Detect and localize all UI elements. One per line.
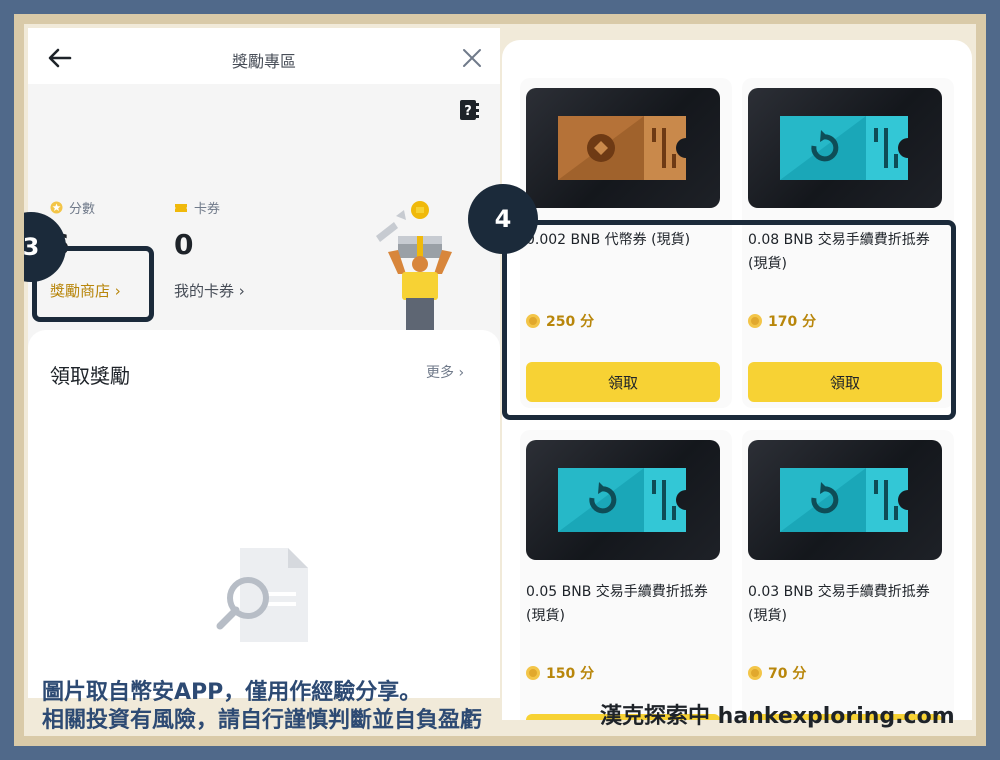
my-coupons-link-text: 我的卡券 [174,282,235,300]
points-label-text: 分數 [69,202,96,217]
step-badge-4: 4 [468,184,538,254]
voucher-image [526,88,720,208]
close-icon[interactable] [462,48,482,68]
caption-line-2: 相關投資有風險，請自行謹慎判斷並自負盈虧 [42,708,483,733]
coupons-label: 卡券 [174,198,220,217]
voucher-image [748,440,942,560]
claim-rewards-section: 領取獎勵 更多 › [28,330,500,698]
section-title: 領取獎勵 [50,364,130,388]
coin-icon [526,666,540,680]
gift-person-illustration [376,201,452,330]
highlight-box-step-4 [502,220,956,420]
more-link-text: 更多 [426,365,454,381]
voucher-image [748,88,942,208]
points-label: 分數 [50,198,95,217]
voucher-name: 0.03 BNB 交易手續費折抵券 (現貨) [748,584,930,624]
teal-ticket-icon [780,116,908,180]
voucher-points-text: 150 分 [546,666,595,682]
voucher-points: 70 分 [748,663,806,683]
voucher-name: 0.05 BNB 交易手續費折抵券 (現貨) [526,584,708,624]
my-coupons-link[interactable]: 我的卡券 › [174,280,245,301]
star-coin-icon [50,201,63,214]
rules-book-icon[interactable]: ? [458,98,480,122]
voucher-points-text: 70 分 [768,666,807,682]
coupons-label-text: 卡券 [194,202,221,217]
ticket-icon [175,203,187,212]
teal-ticket-icon [780,468,908,532]
empty-state-icon [216,548,308,642]
rewards-hub-screen: 獎勵專區 ? 分數 6 獎勵商店 › [28,28,500,698]
voucher-image [526,440,720,560]
voucher-card: 0.03 BNB 交易手續費折抵券 (現貨) 70 分 領取 [742,430,954,720]
voucher-points: 150 分 [526,663,594,683]
screenshot-area: 獎勵專區 ? 分數 6 獎勵商店 › [24,24,976,736]
brand-watermark: 漢克探索中 hankexploring.com [600,704,955,729]
bronze-ticket-icon [558,116,686,180]
coupons-value: 0 [174,228,194,261]
svg-text:?: ? [464,104,472,119]
coin-icon [748,666,762,680]
voucher-card: 0.05 BNB 交易手續費折抵券 (現貨) 150 分 領取 [520,430,732,720]
page-title: 獎勵專區 [231,52,296,71]
more-link[interactable]: 更多 › [426,362,464,382]
teal-ticket-icon [558,468,686,532]
top-bar: 獎勵專區 [28,28,500,84]
